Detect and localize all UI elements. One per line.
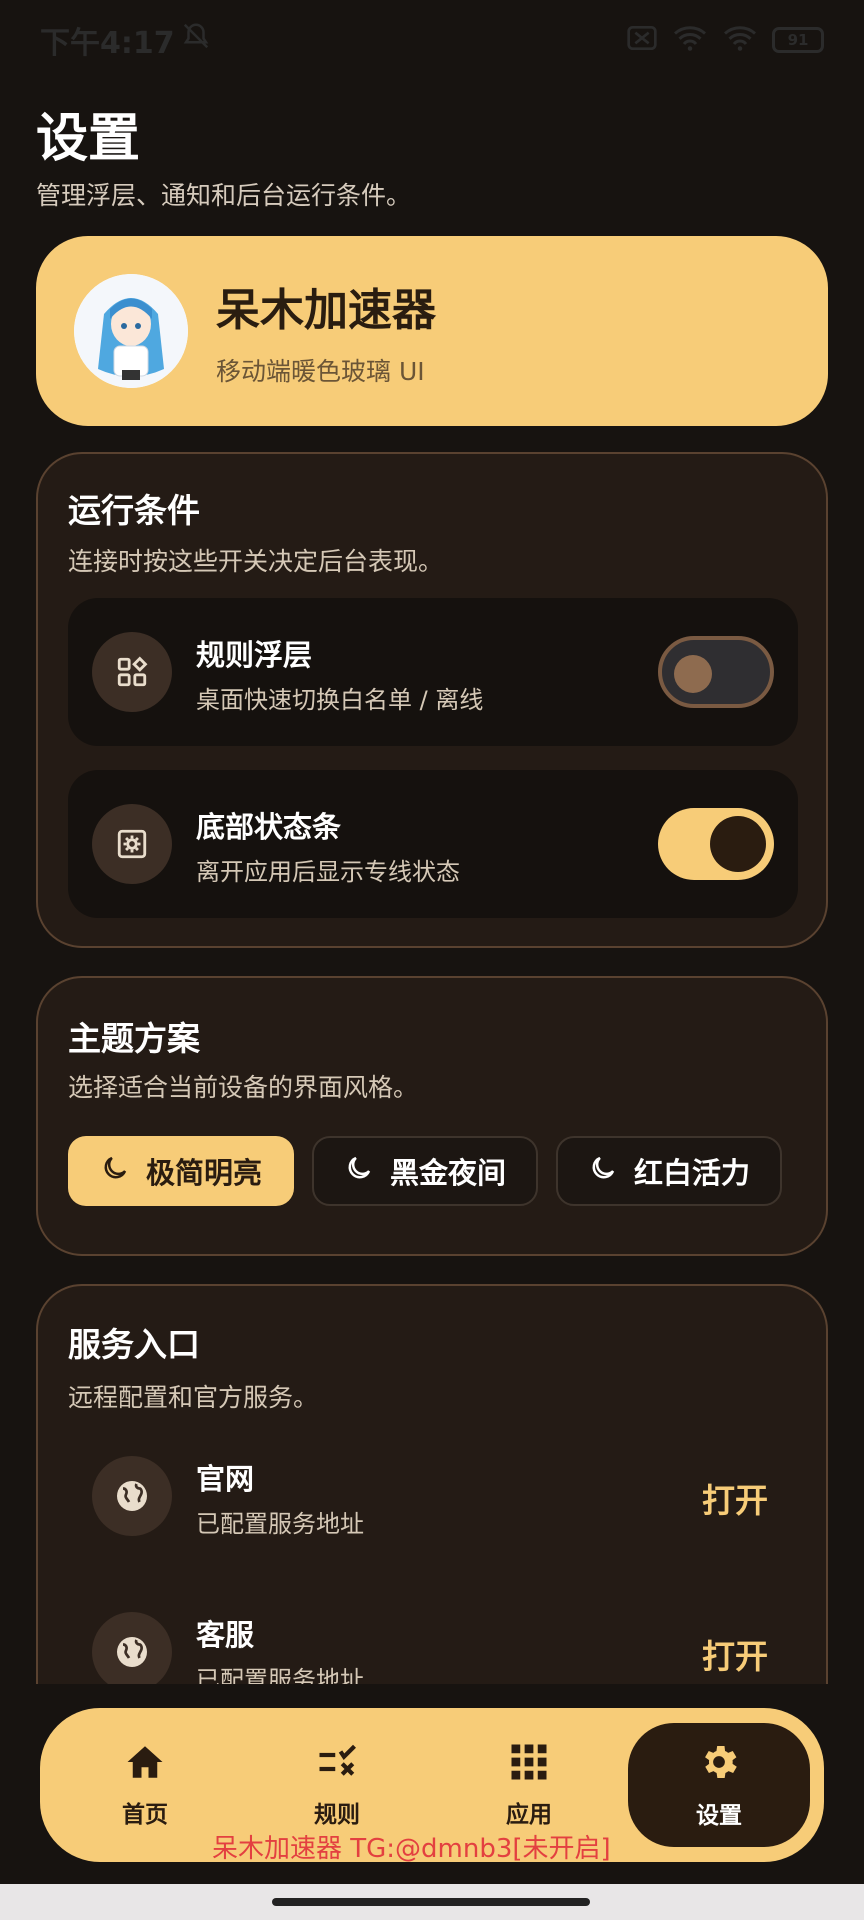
open-support-button[interactable]: 打开	[702, 1630, 768, 1678]
home-icon	[124, 1741, 166, 1789]
bottom-status-row: 底部状态条 离开应用后显示专线状态	[68, 770, 798, 918]
theme-option-label: 极简明亮	[145, 1156, 262, 1190]
theme-option-label: 黑金夜间	[389, 1156, 506, 1190]
row-desc: 已配置服务地址	[196, 1510, 364, 1538]
moon-icon	[344, 1153, 374, 1190]
widgets-icon	[92, 632, 172, 712]
avatar	[74, 274, 188, 388]
row-desc: 已配置服务地址	[196, 1666, 364, 1684]
nav-settings[interactable]: 设置	[628, 1723, 810, 1847]
page-title: 设置	[36, 109, 141, 169]
grid-icon	[508, 1741, 550, 1789]
section-title: 服务入口	[68, 1325, 200, 1364]
toggle-knob	[674, 655, 712, 693]
row-title: 规则浮层	[196, 638, 313, 672]
watermark: 呆木加速器 TG:@dmnb3[未开启]	[212, 1834, 611, 1864]
globe-icon	[92, 1456, 172, 1536]
profile-desc: 移动端暖色玻璃 UI	[216, 357, 425, 386]
theme-option-label: 红白活力	[633, 1156, 750, 1190]
row-desc: 离开应用后显示专线状态	[196, 858, 460, 886]
row-title: 官网	[196, 1462, 255, 1496]
theme-option-black-gold[interactable]: 黑金夜间	[312, 1136, 538, 1206]
globe-icon	[92, 1612, 172, 1684]
section-title: 运行条件	[68, 491, 200, 530]
theme-section: 主题方案 选择适合当前设备的界面风格。 极简明亮 黑金夜间 红白活力	[36, 976, 828, 1256]
nav-label: 规则	[314, 1802, 360, 1828]
section-title: 主题方案	[68, 1019, 200, 1058]
gear-icon	[697, 1740, 741, 1790]
section-subtitle: 远程配置和官方服务。	[68, 1383, 319, 1412]
nav-label: 首页	[122, 1802, 168, 1828]
service-row-website[interactable]: 官网 已配置服务地址 打开	[68, 1436, 798, 1556]
profile-text: 呆木加速器 移动端暖色玻璃 UI	[216, 274, 436, 388]
nav-label: 应用	[506, 1802, 552, 1828]
home-indicator[interactable]	[272, 1898, 590, 1906]
row-title: 客服	[196, 1618, 255, 1652]
service-row-support[interactable]: 客服 已配置服务地址 打开	[68, 1592, 798, 1684]
toggle-knob	[710, 816, 766, 872]
settings-box-icon	[92, 804, 172, 884]
scroll-content[interactable]: 设置 管理浮层、通知和后台运行条件。 呆木加速器 移动端暖色玻璃 UI 运行条件…	[0, 0, 864, 1684]
services-section: 服务入口 远程配置和官方服务。 官网 已配置服务地址 打开 客服 已配置服务地址…	[36, 1284, 828, 1684]
section-subtitle: 连接时按这些开关决定后台表现。	[68, 547, 444, 576]
row-desc: 桌面快速切换白名单 / 离线	[196, 686, 484, 714]
nav-label: 设置	[696, 1803, 742, 1829]
nav-home[interactable]: 首页	[70, 1724, 220, 1846]
section-subtitle: 选择适合当前设备的界面风格。	[68, 1073, 419, 1102]
open-website-button[interactable]: 打开	[702, 1474, 768, 1522]
theme-option-minimal-bright[interactable]: 极简明亮	[68, 1136, 294, 1206]
run-conditions-section: 运行条件 连接时按这些开关决定后台表现。 规则浮层 桌面快速切换白名单 / 离线…	[36, 452, 828, 948]
moon-icon	[588, 1153, 618, 1190]
moon-icon	[100, 1153, 130, 1190]
page-subtitle: 管理浮层、通知和后台运行条件。	[36, 181, 412, 210]
row-title: 底部状态条	[196, 810, 342, 844]
rule-check-icon	[316, 1741, 358, 1789]
profile-card: 呆木加速器 移动端暖色玻璃 UI	[36, 236, 828, 426]
rule-overlay-row: 规则浮层 桌面快速切换白名单 / 离线	[68, 598, 798, 746]
profile-name: 呆木加速器	[216, 285, 436, 336]
theme-option-red-white[interactable]: 红白活力	[556, 1136, 782, 1206]
bottom-status-toggle[interactable]	[658, 808, 774, 880]
rule-overlay-toggle[interactable]	[658, 636, 774, 708]
